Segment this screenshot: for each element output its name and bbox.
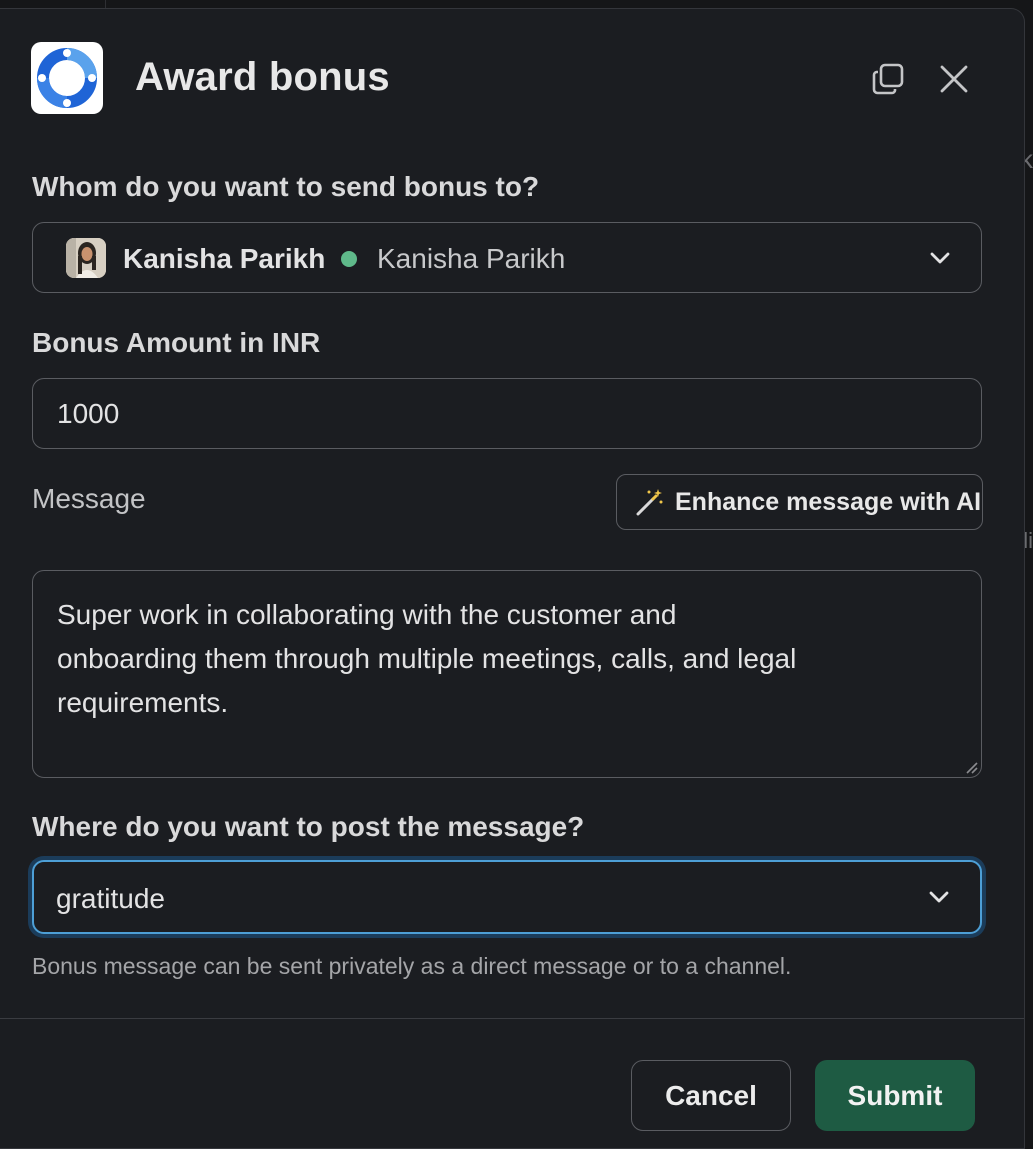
- channel-value: gratitude: [56, 883, 165, 914]
- channel-hint: Bonus message can be sent privately as a…: [32, 953, 792, 979]
- channel-select[interactable]: gratitude: [32, 860, 982, 934]
- modal-header: Award bonus: [0, 9, 1024, 149]
- app-logo-icon: [31, 42, 103, 114]
- amount-value: 1000: [57, 398, 120, 429]
- recipient-select[interactable]: Kanisha Parikh Kanisha Parikh: [32, 222, 982, 293]
- message-label: Message: [32, 483, 146, 514]
- recipient-label: Whom do you want to send bonus to?: [32, 171, 540, 202]
- resize-handle-icon[interactable]: [964, 760, 978, 774]
- message-text: Super work in collaborating with the cus…: [57, 599, 797, 718]
- enhance-button-label: Enhance message with AI: [675, 487, 982, 516]
- award-bonus-modal: Award bonus Whom do you want to send bon…: [0, 8, 1025, 1149]
- modal-title: Award bonus: [135, 55, 390, 99]
- close-icon: [940, 65, 968, 93]
- amount-input[interactable]: 1000: [32, 378, 982, 449]
- recipient-display-name: Kanisha Parikh: [377, 243, 566, 274]
- message-textarea[interactable]: Super work in collaborating with the cus…: [32, 570, 982, 778]
- close-button[interactable]: [934, 59, 974, 99]
- recipient-name: Kanisha Parikh: [123, 243, 326, 274]
- expand-button[interactable]: [868, 59, 908, 99]
- footer-divider: [0, 1018, 1024, 1019]
- channel-label: Where do you want to post the message?: [32, 811, 585, 842]
- cancel-button[interactable]: Cancel: [631, 1060, 791, 1131]
- expand-icon: [872, 63, 904, 95]
- presence-indicator: [341, 251, 357, 267]
- magic-wand-icon: [636, 489, 663, 516]
- chevron-down-icon: [930, 252, 950, 263]
- submit-button[interactable]: Submit: [815, 1060, 975, 1131]
- chevron-down-icon: [929, 891, 949, 903]
- avatar: [66, 238, 106, 278]
- enhance-message-button[interactable]: Enhance message with AI: [616, 474, 983, 530]
- amount-label: Bonus Amount in INR: [32, 327, 321, 358]
